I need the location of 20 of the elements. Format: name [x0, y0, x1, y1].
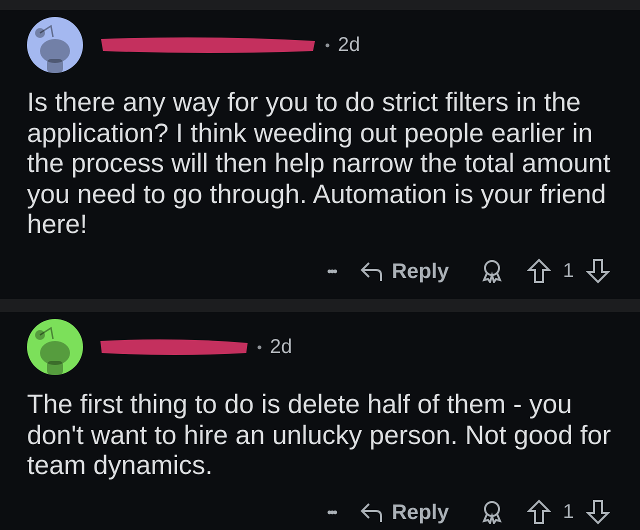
comment-time: 2d [270, 335, 292, 360]
reply-button[interactable]: Reply [360, 256, 449, 287]
upvote-icon[interactable] [526, 258, 551, 284]
reply-icon [360, 501, 384, 524]
award-icon[interactable] [480, 259, 503, 284]
downvote-icon[interactable] [586, 258, 610, 284]
downvote-icon[interactable] [586, 499, 610, 526]
comment-body: The first thing to do is delete half of them - you don't want to hire an unlucky person. Not good for team dynamics. [27, 389, 612, 480]
reply-button[interactable]: Reply [360, 496, 449, 528]
comment-time: 2d [338, 33, 360, 58]
more-button[interactable]: ••• [326, 260, 336, 282]
reply-icon [360, 260, 384, 282]
vote-count: 1 [562, 259, 574, 284]
dot-separator: • [325, 36, 330, 54]
upvote-icon[interactable] [526, 499, 551, 526]
award-icon[interactable] [480, 500, 503, 524]
more-button[interactable]: ••• [326, 502, 336, 523]
dot-separator: • [257, 338, 262, 356]
vote-count: 1 [562, 500, 574, 526]
comment-body: Is there any way for you to do strict filters in the application? I think weeding out people earlier in the process will then help narrow the total amount you need to go through. Automation is your friend here! [27, 87, 612, 240]
